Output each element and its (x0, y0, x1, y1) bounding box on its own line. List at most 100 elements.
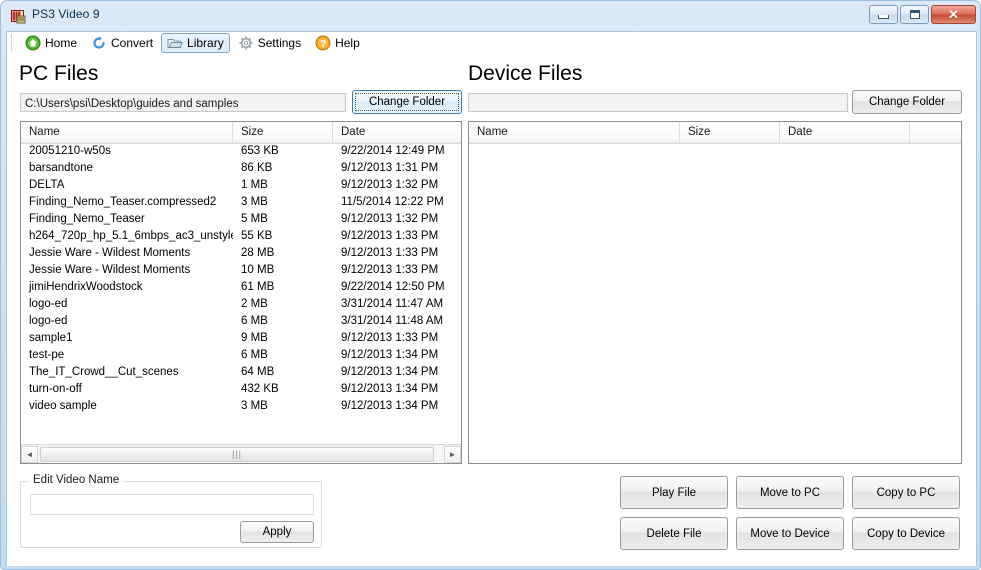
app-icon (11, 9, 26, 24)
table-row[interactable]: The_IT_Crowd__Cut_scenes 64 MB 9/12/2013 1… (21, 365, 461, 382)
toolbar-item-home-label: Home (45, 36, 78, 50)
cell-name: logo-ed (29, 298, 68, 310)
device-column-date[interactable]: Date (780, 122, 910, 144)
copy-to-pc-button[interactable]: Copy to PC (852, 476, 960, 509)
table-row[interactable]: h264_720p_hp_5.1_6mbps_ac3_unstyle... 55 … (21, 229, 461, 246)
table-row[interactable]: logo-ed 2 MB 3/31/2014 11:47 AM (21, 297, 461, 314)
pc-column-date[interactable]: Date (333, 122, 461, 144)
cell-size: 10 MB (241, 264, 275, 276)
cell-size: 653 KB (241, 145, 279, 157)
maximize-icon (909, 10, 920, 19)
pc-list-header: Name Size Date (21, 122, 461, 144)
cell-name: turn-on-off (29, 383, 82, 395)
cell-name: Finding_Nemo_Teaser.compressed2 (29, 196, 217, 208)
edit-video-name-group: Edit Video Name Apply (20, 474, 322, 548)
cell-name: h264_720p_hp_5.1_6mbps_ac3_unstyle... (29, 230, 233, 242)
device-change-folder-button[interactable]: Change Folder (852, 90, 962, 114)
toolbar-grip[interactable] (11, 35, 14, 51)
pc-column-name[interactable]: Name (21, 122, 233, 144)
cell-size: 6 MB (241, 349, 268, 361)
window-controls: ✕ (869, 5, 976, 24)
toolbar-item-library[interactable]: Library (161, 33, 230, 53)
toolbar-item-convert[interactable]: Convert (85, 33, 159, 53)
cell-date: 3/31/2014 11:47 AM (341, 298, 444, 310)
scroll-right-icon[interactable]: ► (444, 445, 461, 463)
table-row[interactable]: sample1 9 MB 9/12/2013 1:33 PM (21, 331, 461, 348)
device-files-title: Device Files (468, 62, 583, 85)
device-list-body (469, 144, 961, 463)
cell-name: Finding_Nemo_Teaser (29, 213, 145, 225)
pc-change-folder-button[interactable]: Change Folder (352, 90, 462, 114)
pc-horizontal-scrollbar[interactable]: ◄ ||| ► (21, 444, 461, 463)
cell-name: DELTA (29, 179, 65, 191)
table-row[interactable]: Jessie Ware - Wildest Moments 10 MB 9/12/2… (21, 263, 461, 280)
toolbar-item-convert-label: Convert (111, 36, 154, 50)
pc-files-title: PC Files (19, 62, 99, 85)
table-row[interactable]: logo-ed 6 MB 3/31/2014 11:48 AM (21, 314, 461, 331)
cell-date: 9/12/2013 1:31 PM (341, 162, 439, 174)
cell-name: sample1 (29, 332, 73, 344)
main-toolbar: Home Convert Library Settings ? Help (7, 32, 976, 54)
table-row[interactable]: 20051210-w50s 653 KB 9/22/2014 12:49 PM (21, 144, 461, 161)
cell-date: 9/12/2013 1:34 PM (341, 383, 439, 395)
minimize-button[interactable] (869, 5, 898, 24)
cell-name: The_IT_Crowd__Cut_scenes (29, 366, 179, 378)
delete-file-button[interactable]: Delete File (620, 517, 728, 550)
scroll-thumb[interactable]: ||| (40, 446, 434, 462)
device-column-name[interactable]: Name (469, 122, 680, 144)
cell-date: 9/12/2013 1:34 PM (341, 400, 439, 412)
table-row[interactable]: Finding_Nemo_Teaser.compressed2 3 MB 11/5/… (21, 195, 461, 212)
edit-video-name-input[interactable] (30, 494, 314, 515)
cell-date: 9/12/2013 1:34 PM (341, 349, 439, 361)
cell-date: 11/5/2014 12:22 PM (341, 196, 444, 208)
device-list-header: Name Size Date (469, 122, 961, 144)
cell-size: 86 KB (241, 162, 273, 174)
pc-files-list[interactable]: Name Size Date 20051210-w50s 653 KB 9/22/2… (20, 121, 462, 464)
svg-text:?: ? (320, 39, 326, 50)
device-folder-path-input[interactable] (468, 93, 848, 112)
toolbar-item-help[interactable]: ? Help (309, 33, 366, 53)
maximize-button[interactable] (900, 5, 929, 24)
table-row[interactable]: DELTA 1 MB 9/12/2013 1:32 PM (21, 178, 461, 195)
close-icon: ✕ (948, 7, 959, 22)
device-files-list[interactable]: Name Size Date (468, 121, 962, 464)
copy-to-device-button[interactable]: Copy to Device (852, 517, 960, 550)
table-row[interactable]: Jessie Ware - Wildest Moments 28 MB 9/12/2… (21, 246, 461, 263)
device-column-size[interactable]: Size (680, 122, 780, 144)
close-button[interactable]: ✕ (931, 5, 976, 24)
convert-icon (91, 35, 107, 51)
pc-column-size[interactable]: Size (233, 122, 333, 144)
play-file-button[interactable]: Play File (620, 476, 728, 509)
cell-name: barsandtone (29, 162, 93, 174)
table-row[interactable]: jimiHendrixWoodstock 61 MB 9/22/2014 12:50… (21, 280, 461, 297)
device-column-extra[interactable] (910, 122, 961, 144)
toolbar-item-settings[interactable]: Settings (232, 33, 307, 53)
cell-name: video sample (29, 400, 97, 412)
cell-size: 55 KB (241, 230, 273, 242)
cell-date: 9/12/2013 1:33 PM (341, 332, 439, 344)
cell-date: 9/12/2013 1:34 PM (341, 366, 439, 378)
apply-button-label: Apply (262, 526, 292, 538)
cell-name: 20051210-w50s (29, 145, 111, 157)
move-to-device-button[interactable]: Move to Device (736, 517, 844, 550)
toolbar-item-home[interactable]: Home (19, 33, 83, 53)
apply-button[interactable]: Apply (240, 521, 314, 543)
table-row[interactable]: video sample 3 MB 9/12/2013 1:34 PM (21, 399, 461, 416)
table-row[interactable]: test-pe 6 MB 9/12/2013 1:34 PM (21, 348, 461, 365)
pc-folder-path-input[interactable] (20, 93, 346, 112)
table-row[interactable]: turn-on-off 432 KB 9/12/2013 1:34 PM (21, 382, 461, 399)
table-row[interactable]: barsandtone 86 KB 9/12/2013 1:31 PM (21, 161, 461, 178)
cell-name: Jessie Ware - Wildest Moments (29, 264, 191, 276)
scroll-track[interactable]: ||| (38, 445, 444, 463)
cell-date: 9/12/2013 1:33 PM (341, 247, 439, 259)
cell-size: 9 MB (241, 332, 268, 344)
focus-ring (355, 93, 459, 111)
table-row[interactable]: Finding_Nemo_Teaser 5 MB 9/12/2013 1:32 PM (21, 212, 461, 229)
cell-date: 9/12/2013 1:33 PM (341, 264, 439, 276)
scroll-left-icon[interactable]: ◄ (21, 445, 38, 463)
toolbar-item-library-label: Library (187, 36, 224, 50)
cell-date: 9/22/2014 12:49 PM (341, 145, 445, 157)
move-to-pc-button[interactable]: Move to PC (736, 476, 844, 509)
cell-date: 9/12/2013 1:32 PM (341, 213, 439, 225)
copy-to-device-label: Copy to Device (867, 527, 945, 540)
